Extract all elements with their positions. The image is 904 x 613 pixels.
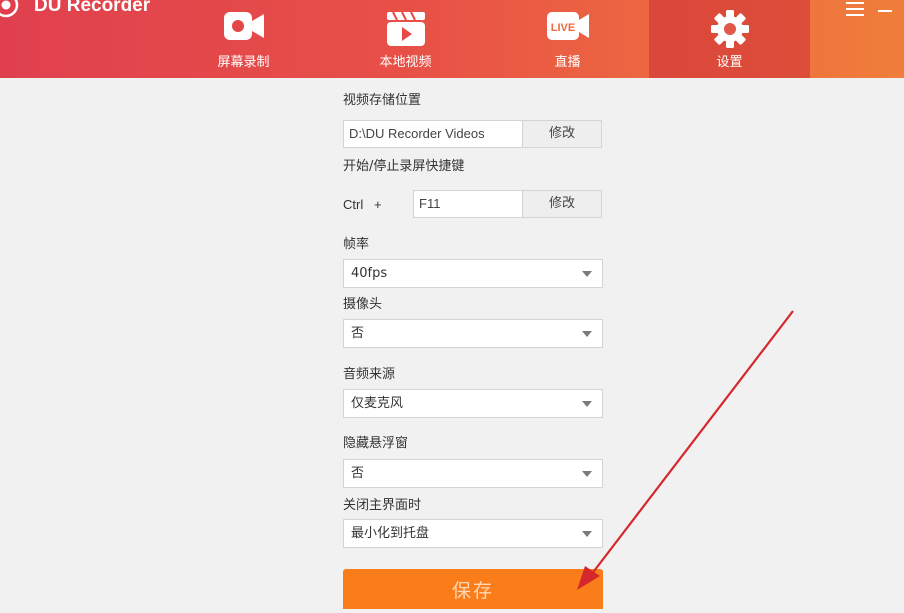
- audio-source-value: 仅麦克风: [351, 396, 404, 411]
- hide-float-value: 否: [351, 466, 365, 481]
- on-close-label: 关闭主界面时: [343, 498, 422, 513]
- on-close-select[interactable]: 最小化到托盘: [343, 519, 603, 548]
- framerate-value: 40fps: [351, 266, 388, 281]
- minimize-icon[interactable]: [878, 10, 892, 12]
- storage-location-label: 视频存储位置: [343, 93, 422, 108]
- audio-source-label: 音频来源: [343, 367, 396, 382]
- chevron-down-icon: [582, 331, 592, 337]
- tab-local-videos[interactable]: 本地视频: [325, 0, 486, 78]
- chevron-down-icon: [582, 471, 592, 477]
- camera-label: 摄像头: [343, 297, 383, 312]
- tab-label: 屏幕录制: [217, 55, 270, 70]
- tab-label: 本地视频: [379, 55, 432, 70]
- framerate-label: 帧率: [343, 237, 370, 252]
- chevron-down-icon: [582, 401, 592, 407]
- storage-modify-button[interactable]: 修改: [522, 120, 602, 148]
- tab-screen-record[interactable]: 屏幕录制: [163, 0, 324, 78]
- camera-value: 否: [351, 326, 365, 341]
- tab-live[interactable]: LIVE 直播: [487, 0, 648, 78]
- live-camera-icon: LIVE: [546, 12, 589, 40]
- app-logo-icon: [0, 0, 19, 18]
- audio-source-select[interactable]: 仅麦克风: [343, 389, 603, 418]
- on-close-value: 最小化到托盘: [351, 526, 430, 541]
- tab-label: 直播: [554, 55, 581, 70]
- storage-path-field[interactable]: D:\DU Recorder Videos: [343, 120, 523, 148]
- tab-settings[interactable]: 设置: [649, 0, 810, 78]
- hide-float-label: 隐藏悬浮窗: [343, 436, 409, 451]
- app-title: DU Recorder: [34, 0, 151, 16]
- hamburger-menu-icon[interactable]: [846, 2, 864, 16]
- save-button[interactable]: 保存: [343, 569, 603, 609]
- chevron-down-icon: [582, 271, 592, 277]
- video-camera-icon: [223, 12, 264, 40]
- hotkey-modifier-text: Ctrl +: [343, 197, 382, 212]
- app-header: DU Recorder 屏幕录制 本地视频 LIVE 直播 设置: [0, 0, 904, 78]
- framerate-select[interactable]: 40fps: [343, 259, 603, 288]
- hide-float-select[interactable]: 否: [343, 459, 603, 488]
- clapperboard-play-icon: [386, 11, 425, 46]
- annotation-arrow-shaft: [590, 310, 794, 576]
- gear-icon: [710, 10, 749, 48]
- tab-label: 设置: [716, 55, 743, 70]
- hotkey-modify-button[interactable]: 修改: [522, 190, 602, 218]
- hotkey-field[interactable]: F11: [413, 190, 523, 218]
- live-badge-text: LIVE: [550, 22, 574, 34]
- camera-select[interactable]: 否: [343, 319, 603, 348]
- annotation-arrow: [577, 310, 794, 590]
- chevron-down-icon: [582, 531, 592, 537]
- hotkey-label: 开始/停止录屏快捷键: [343, 159, 465, 174]
